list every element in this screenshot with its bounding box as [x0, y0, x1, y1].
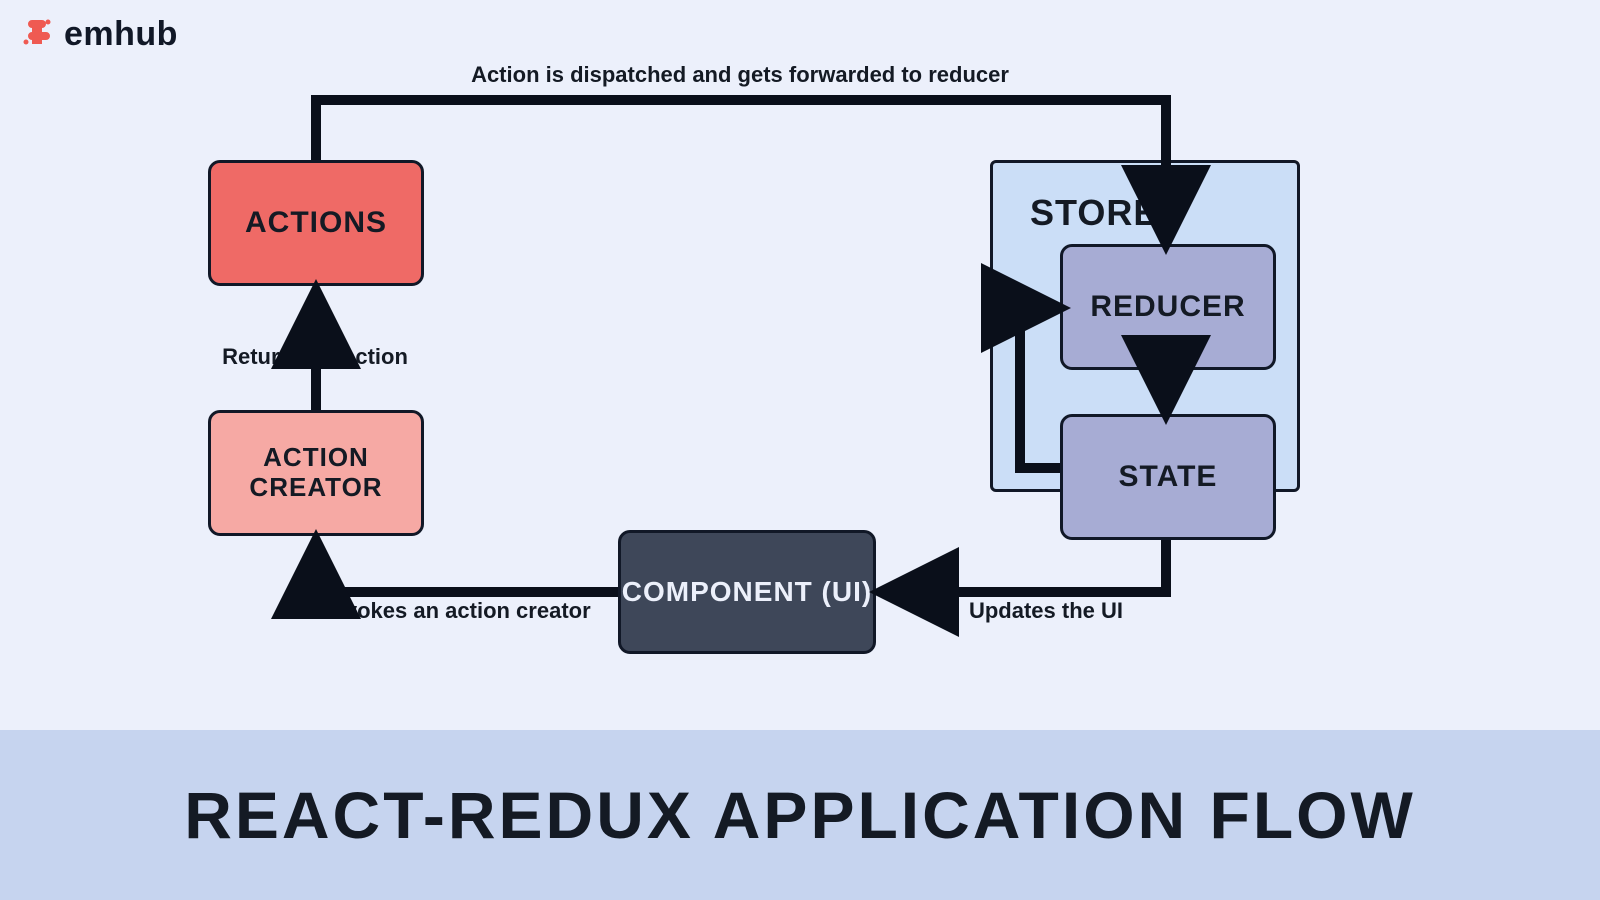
arrow-component-to-creator [316, 544, 618, 592]
action-creator-node: Action Creator [208, 410, 424, 536]
reducer-node: Reducer [1060, 244, 1276, 370]
title-bar: React-Redux Application Flow [0, 730, 1600, 900]
component-ui-node: Component (UI) [618, 530, 876, 654]
diagram-title: React-Redux Application Flow [184, 777, 1416, 853]
returns-edge-label: Returns an action [210, 344, 420, 370]
arrow-state-to-component [884, 540, 1166, 592]
actions-node: Actions [208, 160, 424, 286]
updates-edge-label: Updates the UI [936, 598, 1156, 624]
dispatch-edge-label: Action is dispatched and gets forwarded … [470, 62, 1010, 88]
state-node: State [1060, 414, 1276, 540]
invokes-edge-label: Invokes an action creator [318, 598, 598, 624]
store-label: Store [1030, 192, 1158, 234]
